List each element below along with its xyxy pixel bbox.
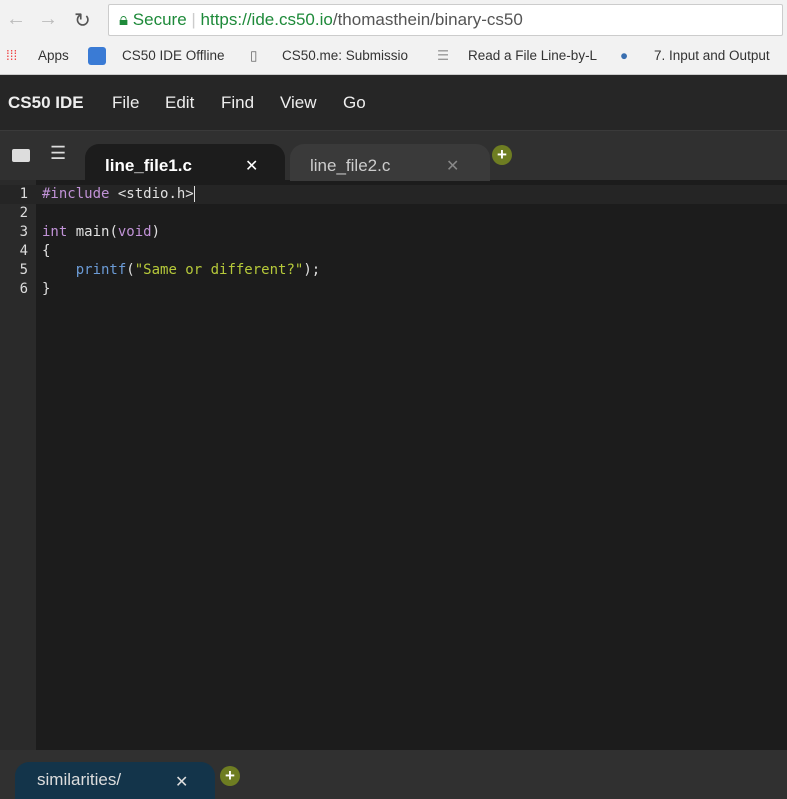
add-tab-icon[interactable]: + (220, 766, 240, 786)
tab-line-file1[interactable]: line_file1.c ✕ (85, 144, 285, 181)
tab-line-file2[interactable]: line_file2.c ✕ (290, 144, 490, 181)
forward-icon[interactable]: → (38, 8, 58, 31)
code-line: #include <stdio.h> (42, 186, 195, 202)
lock-icon: 🔒︎ (119, 10, 129, 29)
code-line: printf("Same or different?"); (75, 262, 321, 278)
tab-similarities[interactable]: similarities/ ✕ (15, 762, 215, 799)
line-number: 2 (19, 205, 28, 221)
browser-toolbar: ← → ↻ 🔒︎ Secure | https://ide.cs50.io/th… (0, 0, 787, 38)
reload-icon[interactable]: ↻ (74, 8, 91, 33)
code-line: } (42, 281, 51, 297)
cloud-icon (88, 47, 106, 65)
outline-icon[interactable]: ☰ (50, 143, 66, 164)
tab-label: line_file1.c (105, 156, 192, 175)
bookmark-input-output[interactable]: 7. Input and Output (654, 48, 770, 63)
bookmarks-bar: ⁞⁞⁞ Apps CS50 IDE Offline ▯ CS50.me: Sub… (0, 38, 787, 75)
bottom-panel-tab-bar: similarities/ ✕ + (0, 750, 787, 799)
bookmark-cs50-me[interactable]: CS50.me: Submissio (282, 48, 408, 63)
menu-go[interactable]: Go (343, 93, 366, 113)
list-icon: ☰ (437, 48, 450, 63)
line-number: 3 (19, 224, 28, 240)
secure-label: Secure (132, 10, 187, 29)
menu-edit[interactable]: Edit (165, 93, 194, 113)
python-icon: ● (620, 48, 629, 63)
code-editor[interactable]: 1 #include <stdio.h> 2 3 int main(void) 4 {… (0, 185, 787, 299)
bookmark-read-file[interactable]: Read a File Line-by-L (468, 48, 597, 63)
back-icon[interactable]: ← (6, 8, 26, 31)
menu-view[interactable]: View (280, 93, 317, 113)
menu-bar: CS50 IDE File Edit Find View Go (0, 75, 787, 130)
brand: CS50 IDE (8, 93, 84, 112)
menu-file[interactable]: File (112, 93, 139, 113)
code-line: { (42, 243, 51, 259)
folder-icon[interactable] (12, 149, 30, 162)
tab-label: similarities/ (37, 770, 122, 789)
line-number: 6 (19, 281, 28, 297)
separator: | (191, 10, 201, 29)
editor-tab-bar: ☰ line_file1.c ✕ line_file2.c ✕ + (0, 130, 787, 181)
add-tab-icon[interactable]: + (492, 145, 512, 165)
menu-find[interactable]: Find (221, 93, 254, 113)
code-line: int main(void) (42, 224, 161, 240)
close-icon[interactable]: ✕ (446, 156, 459, 176)
close-icon[interactable]: ✕ (175, 772, 188, 792)
url: https://ide.cs50.io/thomasthein/binary-c… (200, 10, 523, 29)
bookmark-apps[interactable]: Apps (38, 48, 69, 63)
line-number: 1 (19, 186, 28, 202)
line-number: 5 (19, 262, 28, 278)
bookmark-cs50-ide-offline[interactable]: CS50 IDE Offline (122, 48, 225, 63)
tab-label: line_file2.c (310, 156, 391, 175)
line-number: 4 (19, 243, 28, 259)
close-icon[interactable]: ✕ (245, 156, 258, 176)
address-bar[interactable]: 🔒︎ Secure | https://ide.cs50.io/thomasth… (108, 4, 783, 36)
apps-grid-icon: ⁞⁞⁞ (6, 48, 18, 63)
document-icon: ▯ (250, 48, 258, 63)
